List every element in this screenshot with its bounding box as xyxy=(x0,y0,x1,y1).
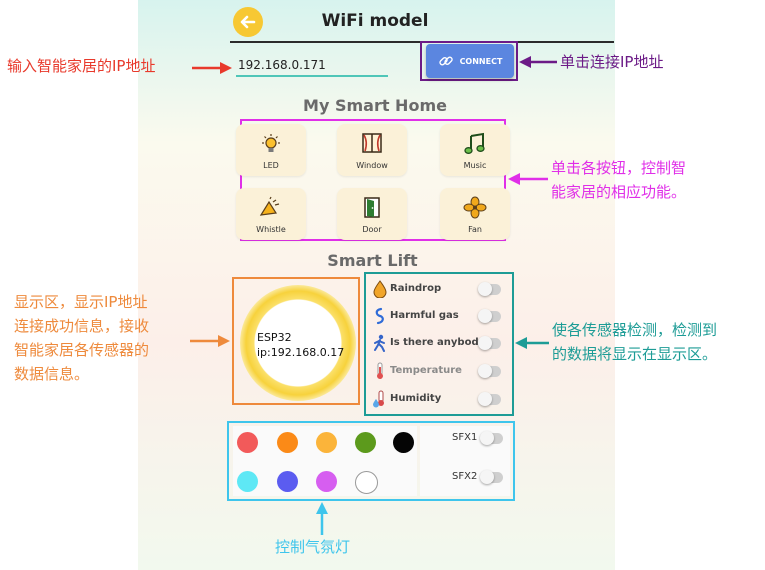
window-button[interactable]: Window xyxy=(337,124,407,176)
sfx2-label: SFX2 xyxy=(452,471,478,482)
annotation-display-line3: 智能家居各传感器的 xyxy=(14,341,150,359)
ip-address-input[interactable] xyxy=(236,55,388,77)
annotation-buttons-line1: 单击各按钮，控制智 xyxy=(551,159,687,177)
music-button[interactable]: Music xyxy=(440,124,510,176)
color-swatch[interactable] xyxy=(355,471,378,494)
color-swatch[interactable] xyxy=(393,432,414,453)
humidity-toggle[interactable] xyxy=(478,392,501,406)
annotation-sensors-line1: 使各传感器检测，检测到 xyxy=(552,321,718,339)
raindrop-icon xyxy=(373,280,387,298)
display-line-ip: ip:192.168.0.17 xyxy=(257,346,345,359)
color-swatch[interactable] xyxy=(277,432,298,453)
raindrop-label: Raindrop xyxy=(390,283,442,294)
display-area: ESP32 ip:192.168.0.17 xyxy=(257,330,344,360)
door-label: Door xyxy=(362,225,382,234)
music-note-icon xyxy=(464,132,485,154)
door-button[interactable]: Door xyxy=(337,188,407,240)
annotation-buttons-line2: 能家居的相应功能。 xyxy=(551,183,687,201)
color-swatch[interactable] xyxy=(237,471,258,492)
color-swatch[interactable] xyxy=(316,432,337,453)
sensor-humidity[interactable]: Humidity xyxy=(372,389,507,409)
color-swatch[interactable] xyxy=(277,471,298,492)
temperature-toggle[interactable] xyxy=(478,364,501,378)
back-button[interactable] xyxy=(233,7,263,37)
annotation-input-ip: 输入智能家居的IP地址 xyxy=(7,57,156,75)
color-swatch[interactable] xyxy=(237,432,258,453)
sensor-raindrop[interactable]: Raindrop xyxy=(372,279,507,299)
person-icon xyxy=(374,334,385,352)
sfx1-label: SFX1 xyxy=(452,432,478,443)
humidity-icon xyxy=(373,390,384,408)
arrow-right-icon xyxy=(192,62,232,74)
page-title: WiFi model xyxy=(321,11,429,31)
led-button[interactable]: LED xyxy=(236,124,306,176)
color-swatch[interactable] xyxy=(316,471,337,492)
annotation-ambient-light: 控制气氛灯 xyxy=(275,538,351,556)
arrow-left-icon xyxy=(515,337,549,349)
thermometer-icon xyxy=(377,362,383,379)
connect-label: CONNECT xyxy=(459,56,503,66)
led-label: LED xyxy=(263,161,279,170)
arrow-left-icon xyxy=(508,173,548,185)
annotation-connect: 单击连接IP地址 xyxy=(560,53,664,71)
arrow-up-icon xyxy=(316,502,328,535)
sensor-temperature[interactable]: Temperature xyxy=(372,361,507,381)
fan-label: Fan xyxy=(468,225,482,234)
fan-button[interactable]: Fan xyxy=(440,188,510,240)
music-label: Music xyxy=(463,161,487,170)
arrow-left-icon xyxy=(519,56,557,68)
connect-button[interactable]: CONNECT xyxy=(426,44,514,78)
horn-icon xyxy=(259,196,280,216)
whistle-label: Whistle xyxy=(256,225,286,234)
smart-lift-title: Smart Lift xyxy=(327,251,418,270)
sfx2-toggle[interactable] xyxy=(480,470,503,484)
annotation-buttons: 单击各按钮，控制智 能家居的相应功能。 xyxy=(551,156,686,204)
window-icon xyxy=(362,133,382,153)
display-line-device: ESP32 xyxy=(257,331,292,344)
annotation-display-line4: 数据信息。 xyxy=(14,365,90,383)
door-icon xyxy=(364,197,380,218)
presence-toggle[interactable] xyxy=(478,336,501,350)
gas-icon xyxy=(375,307,384,325)
bulb-icon xyxy=(262,134,280,152)
sensor-presence[interactable]: Is there anybody? xyxy=(372,333,507,353)
harmful-gas-toggle[interactable] xyxy=(478,309,501,323)
window-label: Window xyxy=(356,161,388,170)
link-icon xyxy=(438,56,453,66)
humidity-label: Humidity xyxy=(390,393,442,404)
sfx1-toggle[interactable] xyxy=(480,431,503,445)
annotation-display: 显示区，显示IP地址 连接成功信息，接收 智能家居各传感器的 数据信息。 xyxy=(14,290,149,386)
whistle-button[interactable]: Whistle xyxy=(236,188,306,240)
annotation-sensors-line2: 的数据将显示在显示区。 xyxy=(552,345,718,363)
smart-home-title: My Smart Home xyxy=(303,96,447,115)
fan-icon xyxy=(463,196,487,219)
color-swatch[interactable] xyxy=(355,432,376,453)
arrow-left-icon xyxy=(240,15,256,29)
annotation-display-line1: 显示区，显示IP地址 xyxy=(14,293,148,311)
temperature-label: Temperature xyxy=(390,365,462,376)
harmful-gas-label: Harmful gas xyxy=(390,310,459,321)
sensor-harmful-gas[interactable]: Harmful gas xyxy=(372,306,507,326)
arrow-right-icon xyxy=(190,335,230,347)
annotation-display-line2: 连接成功信息，接收 xyxy=(14,317,150,335)
annotation-sensors: 使各传感器检测，检测到 的数据将显示在显示区。 xyxy=(552,318,717,366)
raindrop-toggle[interactable] xyxy=(478,282,501,296)
presence-label: Is there anybody? xyxy=(390,337,491,348)
